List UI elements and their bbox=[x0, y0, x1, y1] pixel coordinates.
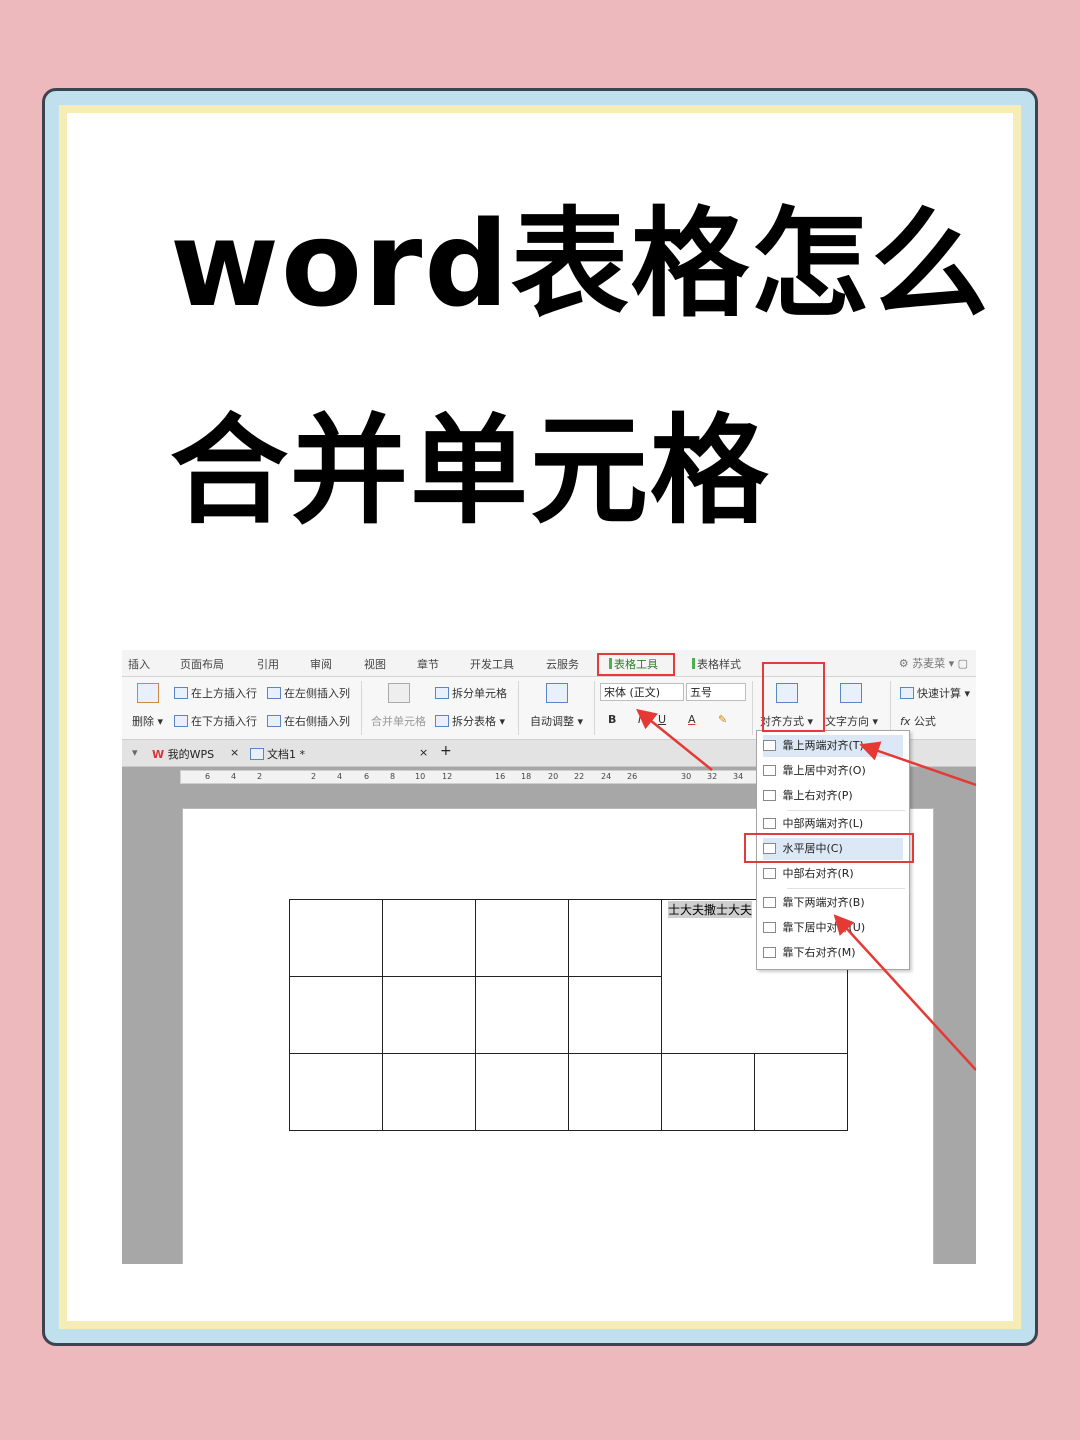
title-line-1: word表格怎么 bbox=[170, 195, 991, 333]
arrow-to-top-align bbox=[859, 741, 976, 787]
arrow-to-font bbox=[636, 708, 713, 771]
title-line-2: 合并单元格 bbox=[170, 402, 771, 540]
arrow-to-bottom-align bbox=[833, 914, 976, 1071]
wps-screenshot: 插入 页面布局 引用 审阅 视图 章节 开发工具 云服务 表格工具 表格样式 ⚙… bbox=[122, 650, 976, 1264]
annotation-arrows bbox=[636, 708, 976, 1071]
